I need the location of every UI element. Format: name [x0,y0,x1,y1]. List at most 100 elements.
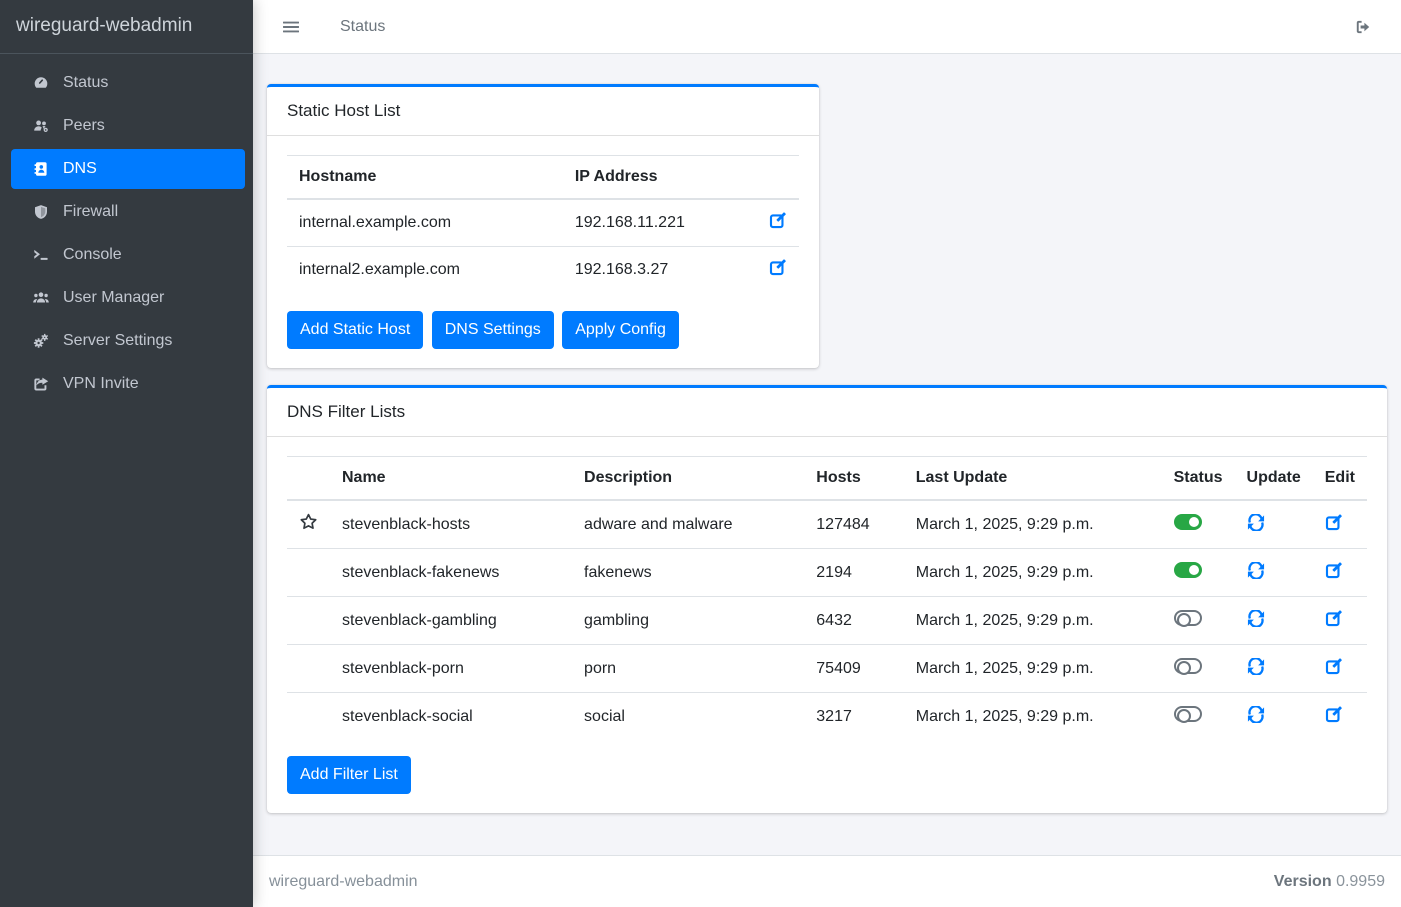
filter-name-cell: stevenblack-social [330,693,572,741]
footer-version: Version 0.9959 [1274,873,1385,891]
logout-button[interactable] [1341,11,1385,43]
update-list-button[interactable] [1247,610,1265,627]
hostname-cell: internal.example.com [287,199,563,247]
edit-list-button[interactable] [1325,610,1343,627]
version-label: Version [1274,873,1332,890]
update-list-button[interactable] [1247,514,1265,531]
users-cog-icon [30,118,51,135]
filter-list-row: stevenblack-gambling gambling 6432 March… [287,597,1367,645]
filter-list-row: stevenblack-social social 3217 March 1, … [287,693,1367,741]
sidebar-item-server-settings[interactable]: Server Settings [11,321,245,361]
brand-link[interactable]: wireguard-webadmin [0,0,253,54]
static-host-row: internal.example.com 192.168.11.221 [287,199,799,247]
filter-description-cell: adware and malware [572,500,804,549]
add-static-host-button[interactable]: Add Static Host [287,311,423,349]
terminal-icon [30,247,51,264]
sidebar-item-label: Server Settings [63,331,172,351]
update-list-button[interactable] [1247,706,1265,723]
dns-settings-button[interactable]: DNS Settings [432,311,554,349]
sync-icon [1247,706,1265,723]
column-header-status: Status [1162,457,1235,501]
column-header-edit: Edit [1313,457,1367,501]
card-title: DNS Filter Lists [267,388,1387,437]
topbar-status-link[interactable]: Status [327,10,398,44]
filter-hosts-cell: 6432 [804,597,903,645]
sidebar-item-user-manager[interactable]: User Manager [11,278,245,318]
status-toggle[interactable] [1174,562,1202,578]
filter-list-row: stevenblack-fakenews fakenews 2194 March… [287,549,1367,597]
shield-icon [30,204,51,221]
sync-icon [1247,658,1265,675]
status-toggle[interactable] [1174,658,1202,674]
star-icon[interactable] [299,513,318,531]
sidebar-item-label: Peers [63,116,105,136]
filter-name-cell: stevenblack-gambling [330,597,572,645]
sidebar-item-label: VPN Invite [63,374,139,394]
column-header-hostname: Hostname [287,156,563,200]
sidebar-item-label: DNS [63,159,97,179]
column-header-hosts: Hosts [804,457,903,501]
filter-name-cell: stevenblack-hosts [330,500,572,549]
sign-out-icon [1354,19,1372,35]
edit-host-button[interactable] [769,259,787,276]
update-list-button[interactable] [1247,562,1265,579]
edit-list-button[interactable] [1325,562,1343,579]
edit-list-button[interactable] [1325,706,1343,723]
static-host-list-card: Static Host List Hostname IP Address [267,84,819,368]
filter-last-update-cell: March 1, 2025, 9:29 p.m. [904,597,1162,645]
footer: wireguard-webadmin Version 0.9959 [253,855,1401,907]
sidebar-item-vpn-invite[interactable]: VPN Invite [11,364,245,404]
sync-icon [1247,562,1265,579]
sidebar-item-label: Firewall [63,202,118,222]
column-header-ip: IP Address [563,156,757,200]
sidebar-item-console[interactable]: Console [11,235,245,275]
ip-cell: 192.168.11.221 [563,199,757,247]
filter-hosts-cell: 75409 [804,645,903,693]
share-square-icon [30,376,51,393]
column-header-name: Name [330,457,572,501]
filter-description-cell: gambling [572,597,804,645]
sidebar-nav: Status Peers DNS Firewall Console [0,54,253,416]
sidebar-item-firewall[interactable]: Firewall [11,192,245,232]
sidebar-toggle-button[interactable] [269,11,313,43]
sidebar-item-label: Status [63,73,108,93]
column-header-star [287,457,330,501]
column-header-description: Description [572,457,804,501]
ip-cell: 192.168.3.27 [563,247,757,294]
filter-lists-table: Name Description Hosts Last Update Statu… [287,456,1367,740]
sidebar-item-status[interactable]: Status [11,63,245,103]
filter-hosts-cell: 2194 [804,549,903,597]
filter-name-cell: stevenblack-porn [330,645,572,693]
column-header-actions [757,156,799,200]
sidebar-item-peers[interactable]: Peers [11,106,245,146]
filter-last-update-cell: March 1, 2025, 9:29 p.m. [904,693,1162,741]
sidebar-item-dns[interactable]: DNS [11,149,245,189]
address-book-icon [30,161,51,178]
footer-brand: wireguard-webadmin [269,873,418,891]
edit-host-button[interactable] [769,212,787,229]
update-list-button[interactable] [1247,658,1265,675]
users-icon [30,290,51,307]
filter-description-cell: fakenews [572,549,804,597]
version-value: 0.9959 [1336,873,1385,890]
edit-list-button[interactable] [1325,658,1343,675]
sync-icon [1247,610,1265,627]
apply-config-button[interactable]: Apply Config [562,311,679,349]
edit-icon [1325,658,1343,675]
dns-filter-lists-card: DNS Filter Lists Name Description Hosts … [267,385,1387,813]
edit-icon [1325,706,1343,723]
filter-description-cell: social [572,693,804,741]
filter-last-update-cell: March 1, 2025, 9:29 p.m. [904,645,1162,693]
topbar: Status [253,0,1401,54]
edit-list-button[interactable] [1325,514,1343,531]
status-toggle[interactable] [1174,706,1202,722]
status-toggle[interactable] [1174,610,1202,626]
sidebar: wireguard-webadmin Status Peers DNS Fire… [0,0,253,907]
add-filter-list-button[interactable]: Add Filter List [287,756,411,794]
filter-last-update-cell: March 1, 2025, 9:29 p.m. [904,500,1162,549]
filter-hosts-cell: 3217 [804,693,903,741]
column-header-last-update: Last Update [904,457,1162,501]
edit-icon [1325,562,1343,579]
status-toggle[interactable] [1174,514,1202,530]
content-area: Static Host List Hostname IP Address [253,54,1401,855]
